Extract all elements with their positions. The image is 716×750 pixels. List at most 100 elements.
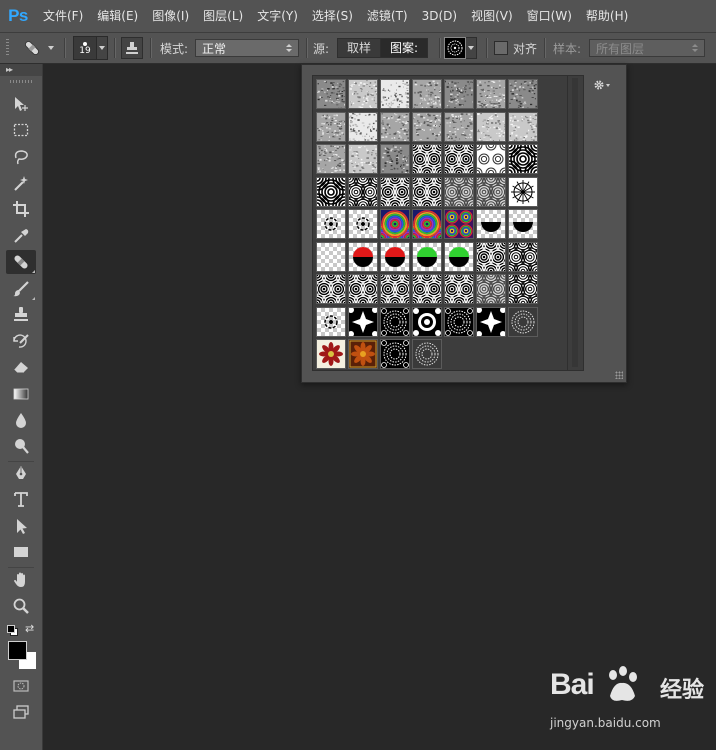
marquee-tool-button[interactable] bbox=[6, 118, 36, 142]
clone-stamp-tool-button[interactable] bbox=[6, 303, 36, 327]
menu-help[interactable]: 帮助(H) bbox=[579, 0, 635, 32]
pattern-swatch[interactable] bbox=[508, 209, 538, 239]
tools-panel-grip[interactable] bbox=[10, 80, 32, 83]
pattern-swatch[interactable] bbox=[412, 79, 443, 110]
pattern-swatch[interactable] bbox=[316, 111, 347, 142]
menu-file[interactable]: 文件(F) bbox=[36, 0, 90, 32]
pattern-swatch[interactable] bbox=[380, 144, 412, 174]
pattern-swatch[interactable] bbox=[367, 209, 423, 252]
healing-brush-tool-button[interactable] bbox=[6, 250, 36, 274]
pattern-swatch[interactable] bbox=[348, 111, 379, 142]
pattern-swatch[interactable] bbox=[399, 209, 455, 252]
source-sampled-button[interactable]: 取样 bbox=[337, 38, 382, 58]
pattern-swatch[interactable] bbox=[471, 139, 511, 179]
zoom-tool-button[interactable] bbox=[6, 594, 36, 618]
swap-colors-icon[interactable]: ⇄ bbox=[25, 622, 34, 635]
pattern-swatch[interactable] bbox=[316, 241, 346, 272]
pattern-swatch[interactable] bbox=[508, 176, 538, 207]
brush-picker[interactable]: 19 bbox=[73, 33, 108, 63]
options-bar-grip[interactable] bbox=[6, 39, 9, 57]
pattern-swatch[interactable] bbox=[380, 306, 410, 337]
rectangle-tool-button[interactable] bbox=[6, 540, 36, 564]
pattern-swatch[interactable] bbox=[380, 339, 410, 369]
pattern-swatch[interactable] bbox=[412, 306, 442, 337]
pattern-swatch[interactable] bbox=[412, 111, 444, 142]
pattern-swatch[interactable] bbox=[304, 164, 358, 219]
hand-tool-button[interactable] bbox=[6, 568, 36, 592]
brush-panel-button[interactable] bbox=[121, 33, 143, 63]
pattern-swatch[interactable] bbox=[508, 111, 540, 142]
menu-edit[interactable]: 编辑(E) bbox=[90, 0, 145, 32]
dodge-tool-button[interactable] bbox=[6, 434, 36, 458]
gradient-tool-button[interactable] bbox=[6, 382, 36, 406]
pattern-swatch[interactable] bbox=[476, 209, 506, 239]
tool-preset-picker[interactable] bbox=[22, 33, 54, 63]
pattern-swatch[interactable] bbox=[467, 168, 515, 215]
default-colors-icon[interactable] bbox=[7, 625, 18, 636]
eyedropper-tool-button[interactable] bbox=[6, 224, 36, 248]
pattern-swatch[interactable] bbox=[316, 79, 347, 109]
pattern-swatch[interactable] bbox=[339, 168, 387, 215]
pattern-swatch[interactable] bbox=[435, 265, 483, 313]
pattern-swatch[interactable] bbox=[412, 241, 442, 272]
pattern-swatch[interactable] bbox=[348, 144, 380, 174]
pattern-swatch[interactable] bbox=[316, 339, 346, 369]
pattern-swatch[interactable] bbox=[348, 209, 378, 239]
pattern-swatch[interactable] bbox=[444, 241, 474, 272]
menu-image[interactable]: 图像(I) bbox=[145, 0, 196, 32]
align-checkbox[interactable] bbox=[494, 41, 508, 55]
mode-select[interactable]: 正常 bbox=[195, 39, 299, 57]
pattern-swatch[interactable] bbox=[348, 241, 378, 272]
menu-view[interactable]: 视图(V) bbox=[464, 0, 520, 32]
pattern-swatch[interactable] bbox=[348, 306, 378, 337]
pen-tool-button[interactable] bbox=[6, 461, 36, 485]
pattern-swatch[interactable] bbox=[467, 233, 515, 280]
sample-select[interactable]: 所有图层 bbox=[589, 39, 705, 57]
pattern-swatch[interactable] bbox=[307, 265, 355, 313]
pattern-picker-button[interactable] bbox=[444, 33, 477, 63]
pattern-swatch[interactable] bbox=[412, 339, 442, 369]
resize-handle-icon[interactable] bbox=[615, 371, 623, 379]
menu-3d[interactable]: 3D(D) bbox=[415, 0, 464, 32]
magic-wand-tool-button[interactable] bbox=[6, 171, 36, 195]
pattern-swatch[interactable] bbox=[496, 132, 550, 186]
pattern-swatch[interactable] bbox=[380, 111, 411, 142]
pattern-swatch[interactable] bbox=[339, 265, 387, 313]
pattern-swatch[interactable] bbox=[348, 79, 378, 109]
type-tool-button[interactable] bbox=[6, 487, 36, 511]
menu-window[interactable]: 窗口(W) bbox=[520, 0, 579, 32]
quick-mask-button[interactable] bbox=[6, 674, 36, 698]
path-selection-tool-button[interactable] bbox=[6, 514, 36, 538]
pattern-swatch[interactable] bbox=[403, 135, 451, 183]
pattern-swatch[interactable] bbox=[435, 168, 483, 215]
pattern-swatch[interactable] bbox=[316, 306, 346, 337]
pattern-swatch[interactable] bbox=[499, 265, 547, 313]
pattern-swatch[interactable] bbox=[476, 111, 507, 142]
history-brush-tool-button[interactable] bbox=[6, 329, 36, 353]
pattern-swatch[interactable] bbox=[380, 241, 410, 272]
pattern-swatch[interactable] bbox=[508, 79, 539, 110]
source-pattern-button[interactable]: 图案: bbox=[381, 38, 429, 58]
menu-type[interactable]: 文字(Y) bbox=[250, 0, 305, 32]
pattern-swatch[interactable] bbox=[403, 265, 451, 313]
pattern-swatch[interactable] bbox=[403, 168, 451, 215]
pattern-swatch[interactable] bbox=[476, 306, 506, 337]
pattern-picker-menu-button[interactable] bbox=[593, 79, 610, 91]
pattern-swatch[interactable] bbox=[348, 339, 378, 369]
pattern-swatch[interactable] bbox=[435, 135, 483, 183]
pattern-swatch[interactable] bbox=[380, 79, 411, 109]
menu-layer[interactable]: 图层(L) bbox=[196, 0, 250, 32]
align-checkbox-row[interactable]: 对齐 bbox=[494, 33, 537, 63]
pattern-swatch[interactable] bbox=[316, 144, 346, 174]
pattern-swatch[interactable] bbox=[444, 306, 474, 337]
menu-select[interactable]: 选择(S) bbox=[305, 0, 360, 32]
crop-tool-button[interactable] bbox=[6, 197, 36, 221]
pattern-swatch[interactable] bbox=[444, 111, 475, 142]
pattern-swatch[interactable] bbox=[476, 79, 507, 110]
menu-filter[interactable]: 滤镜(T) bbox=[360, 0, 415, 32]
collapse-chevrons-icon[interactable]: ▸▸ bbox=[6, 65, 13, 74]
pattern-grid-scrollbar[interactable] bbox=[567, 75, 584, 371]
foreground-color-swatch[interactable] bbox=[8, 641, 27, 660]
pattern-swatch[interactable] bbox=[508, 306, 538, 337]
eraser-tool-button[interactable] bbox=[6, 355, 36, 379]
